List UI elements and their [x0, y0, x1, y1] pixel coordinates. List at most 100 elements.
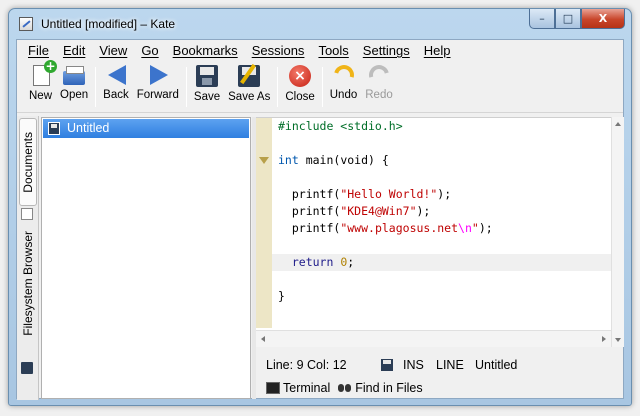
new-document-icon	[33, 60, 57, 86]
kate-app-icon[interactable]	[19, 17, 33, 31]
menu-tools[interactable]: Tools	[311, 40, 355, 60]
arrow-right-icon	[149, 65, 168, 85]
call-close: );	[416, 204, 431, 218]
menu-go[interactable]: Go	[134, 40, 165, 60]
undo-button[interactable]: Undo	[326, 61, 362, 113]
open-button[interactable]: Open	[56, 61, 92, 113]
save-button[interactable]: Save	[190, 61, 224, 113]
code-line-3: int main(void) {	[278, 152, 608, 169]
semicolon: ;	[347, 255, 355, 269]
toolbar-separator	[277, 67, 279, 107]
floppy-pencil-icon	[238, 65, 261, 87]
tab-documents[interactable]: Documents	[19, 118, 37, 206]
menu-help[interactable]: Help	[417, 40, 458, 60]
binoculars-icon	[338, 382, 352, 394]
insert-mode[interactable]: INS	[403, 358, 424, 372]
redo-label: Redo	[365, 89, 393, 101]
printf-call: printf(	[291, 204, 341, 218]
code-line-7: printf("www.plagosus.net\n");	[278, 220, 608, 237]
selection-mode[interactable]: LINE	[436, 358, 464, 372]
sidebar-tabs: Documents Filesystem Browser	[17, 116, 39, 400]
code-content[interactable]: #include <stdio.h> int main(void) { prin…	[278, 118, 608, 305]
return-keyword: return	[291, 255, 334, 269]
menu-bookmarks[interactable]: Bookmarks	[166, 40, 245, 60]
terminal-label: Terminal	[283, 381, 331, 395]
menu-edit[interactable]: Edit	[56, 40, 92, 60]
toolbar-separator	[185, 67, 187, 107]
toolbar-separator	[321, 67, 323, 107]
call-close: );	[478, 221, 493, 235]
save-label: Save	[193, 91, 221, 103]
fold-arrow-icon[interactable]	[259, 157, 269, 164]
string-literal: "KDE4@Win7"	[340, 204, 417, 218]
toolbar-separator	[95, 67, 97, 107]
scroll-left-icon[interactable]	[261, 336, 265, 342]
kate-window: Untitled [modified] – Kate – □ X File Ed…	[8, 8, 632, 406]
undo-label: Undo	[329, 89, 358, 101]
terminal-icon	[266, 382, 280, 394]
close-window-button[interactable]: X	[581, 9, 625, 29]
close-document-button[interactable]: × Close	[281, 61, 318, 113]
maximize-button[interactable]: □	[555, 9, 581, 29]
redo-button[interactable]: Redo	[361, 61, 397, 113]
tab-filesystem-label: Filesystem Browser	[21, 230, 35, 336]
menu-settings[interactable]: Settings	[356, 40, 417, 60]
document-list: Untitled	[41, 117, 251, 399]
fold-gutter[interactable]	[256, 118, 272, 328]
printf-call: printf(	[291, 187, 341, 201]
new-button[interactable]: New	[25, 60, 57, 113]
string-literal: "Hello World!"	[340, 187, 438, 201]
code-editor[interactable]: #include <stdio.h> int main(void) { prin…	[256, 117, 611, 347]
status-document-name: Untitled	[475, 358, 518, 372]
scroll-right-icon[interactable]	[602, 336, 606, 342]
back-label: Back	[103, 89, 129, 101]
save-as-button[interactable]: Save As	[224, 61, 274, 113]
code-line-1: #include <stdio.h>	[278, 118, 608, 135]
cursor-position: Line: 9 Col: 12	[266, 358, 347, 372]
open-label: Open	[60, 89, 89, 101]
forward-button[interactable]: Forward	[133, 61, 183, 113]
close-label: Close	[285, 91, 315, 103]
undo-icon	[329, 61, 358, 89]
menu-view[interactable]: View	[92, 40, 134, 60]
new-label: New	[29, 90, 53, 102]
menu-bar: File Edit View Go Bookmarks Sessions Too…	[17, 40, 623, 60]
include-directive: #include <stdio.h>	[278, 119, 403, 133]
modified-floppy-icon	[381, 359, 393, 371]
call-close: );	[437, 187, 452, 201]
open-folder-icon	[63, 66, 86, 85]
tab-filesystem-browser[interactable]: Filesystem Browser	[19, 208, 37, 358]
escape-sequence: \n	[458, 221, 472, 235]
close-circle-icon: ×	[289, 65, 312, 87]
minimize-button[interactable]: –	[529, 9, 555, 29]
menu-sessions[interactable]: Sessions	[245, 40, 312, 60]
list-item[interactable]: Untitled	[43, 119, 249, 138]
scroll-up-icon[interactable]	[615, 122, 621, 126]
code-line-6: printf("KDE4@Win7");	[278, 203, 608, 220]
main-signature: main(void) {	[298, 153, 389, 167]
status-bar: Line: 9 Col: 12 INS LINE Untitled	[256, 355, 622, 375]
menu-file[interactable]: File	[21, 40, 56, 60]
int-keyword: int	[278, 153, 299, 167]
main-toolbar: New Open Back Forward	[17, 60, 623, 113]
find-in-files-button[interactable]: Find in Files	[338, 378, 423, 398]
vertical-scrollbar[interactable]	[611, 117, 624, 347]
floppy-disk-icon	[48, 122, 60, 135]
title-bar[interactable]: Untitled [modified] – Kate – □ X	[9, 9, 631, 39]
document-name: Untitled	[67, 121, 110, 135]
terminal-button[interactable]: Terminal	[266, 378, 330, 398]
save-as-label: Save As	[228, 91, 271, 103]
redo-icon	[365, 61, 393, 89]
tab-documents-label: Documents	[21, 131, 35, 193]
find-in-files-label: Find in Files	[355, 381, 423, 395]
horizontal-scrollbar[interactable]	[256, 330, 611, 347]
string-literal: "	[471, 221, 479, 235]
filesystem-icon	[21, 362, 33, 374]
toolview-bar: Terminal Find in Files	[256, 378, 622, 398]
scroll-down-icon[interactable]	[615, 338, 621, 342]
back-button[interactable]: Back	[99, 61, 133, 113]
